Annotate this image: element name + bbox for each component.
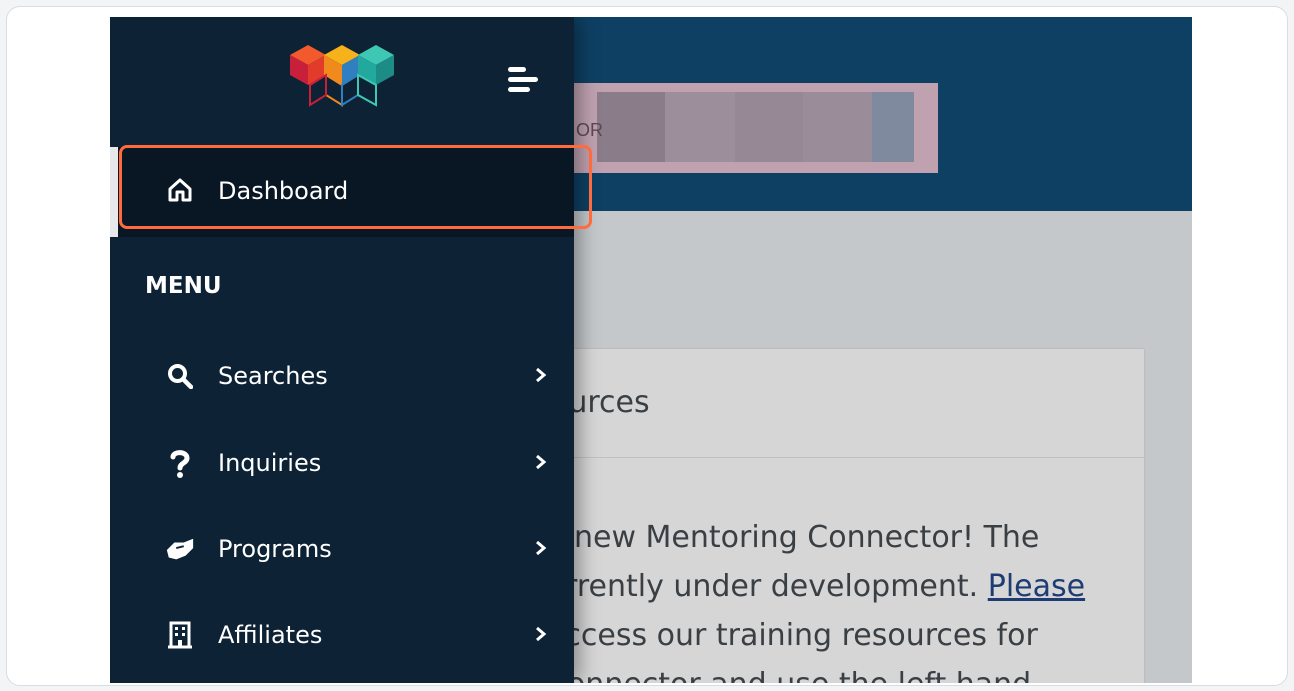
redacted-block (597, 92, 665, 162)
redacted-block (872, 92, 914, 162)
brand-text: OR (576, 120, 603, 140)
sidebar-item-label: Searches (218, 362, 328, 390)
chevron-right-icon (536, 367, 547, 383)
screenshot-frame: OR ources e new Mentoring Connector! The… (6, 6, 1288, 686)
card-body-line: e new Mentoring Connector! The (546, 520, 1040, 555)
sidebar-item-inquiries[interactable]: Inquiries (110, 434, 574, 494)
redacted-block (735, 92, 803, 162)
card-body-line: Connector and use the left hand (546, 660, 1186, 683)
chevron-right-icon (536, 540, 547, 556)
search-icon (165, 361, 195, 391)
sidebar-item-label: Affiliates (218, 621, 323, 649)
menu-toggle-icon[interactable] (508, 67, 540, 97)
app-viewport: OR ources e new Mentoring Connector! The… (110, 17, 1192, 683)
sidebar-item-label: Programs (218, 535, 332, 563)
sidebar-item-searches[interactable]: Searches (110, 347, 574, 407)
dashboard-highlight-callout (119, 145, 592, 229)
sidebar: Dashboard MENU Searches Inquiries Progra… (110, 17, 574, 683)
card-body: e new Mentoring Connector! The urrently … (546, 513, 1186, 683)
card-body-line: access our training resources for (546, 618, 1038, 653)
card-header: ources (530, 349, 1144, 458)
sidebar-item-affiliates[interactable]: Affiliates (110, 606, 574, 666)
sidebar-item-label: Inquiries (218, 449, 322, 477)
chevron-right-icon (536, 454, 547, 470)
menu-heading: MENU (145, 273, 222, 299)
card-body-text: urrently under development. (546, 569, 988, 604)
redacted-block (803, 92, 873, 162)
chevron-right-icon (536, 626, 547, 642)
mentor-hexagon-logo[interactable] (290, 41, 394, 115)
question-icon (165, 448, 195, 478)
handshake-icon (165, 534, 195, 564)
building-icon (165, 620, 195, 650)
sidebar-item-programs[interactable]: Programs (110, 520, 574, 580)
active-indicator (110, 147, 118, 237)
card-body-line: urrently under development. Please (546, 562, 1186, 611)
redacted-block (665, 92, 735, 162)
please-link[interactable]: Please (988, 569, 1085, 604)
